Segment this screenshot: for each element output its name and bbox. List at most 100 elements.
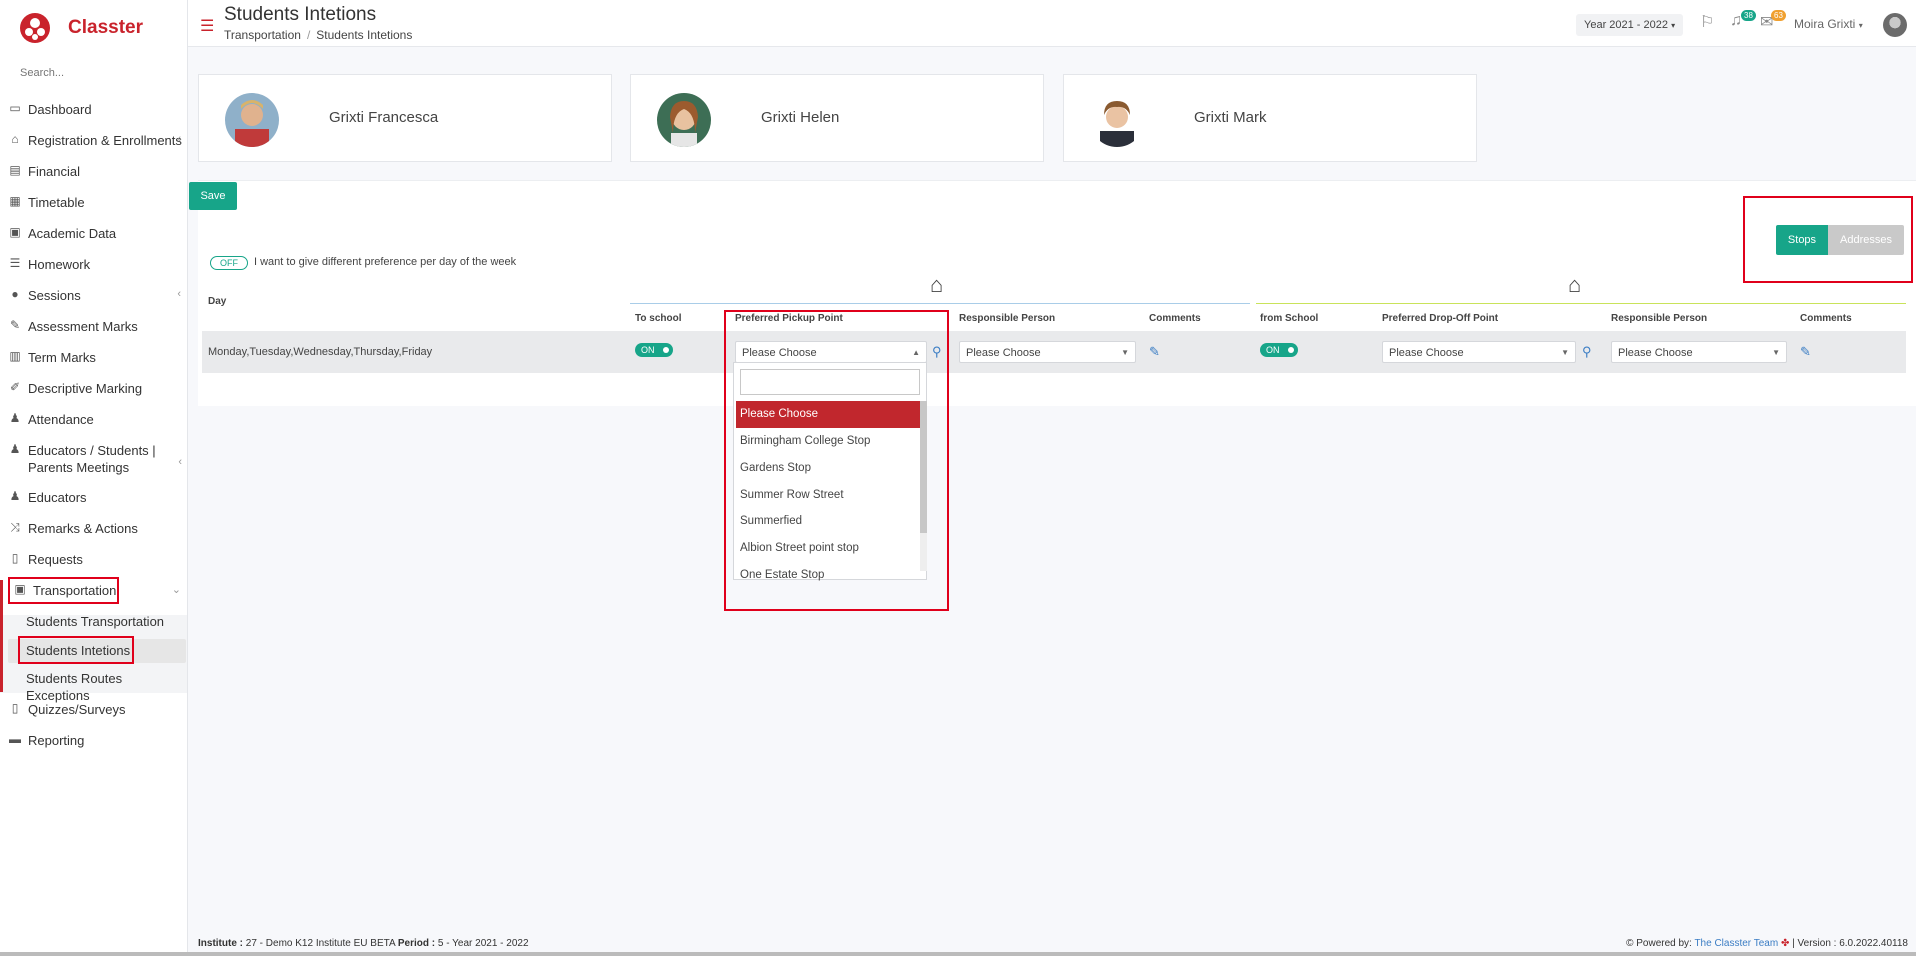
student-name: Grixti Mark [1194,109,1267,126]
page-title: Students Intetions [224,4,377,25]
student-card-francesca[interactable]: Grixti Francesca [198,74,612,162]
notification-badge: 38 [1741,10,1756,21]
sidebar-item-sessions[interactable]: ● Sessions ‹ [0,287,187,304]
footer-credits: © Powered by: The Classter Team ✤ | Vers… [1626,938,1908,949]
sidebar-sub-students-transportation[interactable]: Students Transportation [26,613,164,630]
col-header-responsible-1: Responsible Person [959,313,1056,324]
copyright-icon: © [1626,938,1634,949]
flag-icon[interactable]: ⚐ [1700,12,1714,32]
logo[interactable]: Classter [18,8,143,48]
caret-down-icon: ▾ [1858,21,1863,30]
caret-down-icon: ▼ [1772,348,1780,357]
sidebar: Classter ▭Dashboard ⌂Registration & Enro… [0,0,188,956]
sidebar-item-homework[interactable]: ☰ Homework [0,256,187,273]
to-school-divider [630,303,1250,304]
student-photo [657,93,711,147]
sidebar-item-remarks[interactable]: ⤨ Remarks & Actions [0,520,187,537]
classter-team-link[interactable]: The Classter Team [1694,938,1778,949]
bell-icon[interactable]: ♫ 38 [1730,10,1756,30]
to-school-switch[interactable]: ON [635,343,673,357]
col-header-from-school: from School [1260,313,1319,324]
edit-icon: ✎ [9,318,21,332]
hamburger-menu-icon[interactable]: ☰ [200,16,214,36]
sidebar-item-educators[interactable]: ♟ Educators [0,489,187,506]
classter-small-logo-icon: ✤ [1780,938,1790,949]
sidebar-search-input[interactable] [18,66,172,80]
breadcrumb: Transportation / Students Intetions [224,28,413,42]
chevron-left-icon: ‹ [177,133,181,145]
users-icon: ♟ [9,489,21,503]
document-icon: ▯ [11,551,19,565]
sidebar-item-requests[interactable]: ▯ Requests [0,551,187,568]
sidebar-item-quizzes[interactable]: ▯ Quizzes/Surveys [0,701,187,718]
bank-icon: ⌂ [11,132,19,146]
top-header: ☰ Students Intetions Transportation / Stud… [188,0,1916,47]
student-card-helen[interactable]: Grixti Helen [630,74,1044,162]
printer-icon: ▬ [9,732,21,746]
col-header-day: Day [208,296,227,307]
comment-edit-icon[interactable]: ✎ [1149,344,1160,360]
sidebar-item-financial[interactable]: ▤ Financial [0,163,187,180]
col-header-responsible-2: Responsible Person [1611,313,1708,324]
sidebar-item-descriptive-marking[interactable]: ✐ Descriptive Marking [0,380,187,397]
col-header-to-school: To school [635,313,682,324]
chevron-down-icon: ⌄ [171,584,181,596]
sidebar-item-term-marks[interactable]: ▥ Term Marks [0,349,187,366]
sidebar-item-academic-data[interactable]: ▣ Academic Data [0,225,187,242]
money-icon: ▤ [9,163,21,177]
student-photo [1090,93,1144,147]
book-icon: ▥ [9,349,21,363]
list-icon: ☰ [9,256,21,270]
house-person-icon: ⌂ [930,272,944,297]
sidebar-item-dashboard[interactable]: ▭ Dashboard [0,101,187,118]
meeting-icon: ♟ [9,442,21,456]
sidebar-item-reporting[interactable]: ▬ Reporting [0,732,187,749]
responsible-person-select-1[interactable]: Please Choose ▼ [959,341,1136,363]
comment-edit-icon[interactable]: ✎ [1800,344,1811,360]
id-card-icon: ▣ [9,225,21,239]
transportation-highlight [8,577,119,604]
per-day-preference-toggle[interactable]: OFF [210,256,248,270]
caret-down-icon: ▼ [1121,348,1129,357]
student-card-mark[interactable]: Grixti Mark [1063,74,1477,162]
students-intetions-highlight [18,636,134,664]
sidebar-item-assessment-marks[interactable]: ✎ Assessment Marks [0,318,187,335]
calendar-icon: ▦ [9,194,21,208]
row-days: Monday,Tuesday,Wednesday,Thursday,Friday [208,346,433,358]
save-button[interactable]: Save [189,182,237,210]
student-name: Grixti Francesca [329,109,439,126]
year-select[interactable]: Year 2021 - 2022 ▾ [1576,14,1684,36]
bottom-border [0,952,1916,956]
breadcrumb-item-current: Students Intetions [316,28,413,42]
dropoff-point-select[interactable]: Please Choose ▼ [1382,341,1576,363]
pencil-icon: ✐ [9,380,21,394]
student-name: Grixti Helen [761,109,840,126]
sidebar-item-registration[interactable]: ⌂ Registration & Enrollments ‹ [0,132,187,149]
from-school-divider [1256,303,1906,304]
responsible-person-select-2[interactable]: Please Choose ▼ [1611,341,1787,363]
col-header-dropoff: Preferred Drop-Off Point [1382,313,1499,324]
sidebar-item-timetable[interactable]: ▦ Timetable [0,194,187,211]
from-school-switch[interactable]: ON [1260,343,1298,357]
student-photo [225,93,279,147]
shuffle-icon: ⤨ [10,520,20,534]
group-icon: ● [11,287,19,301]
col-header-comments-2: Comments [1800,313,1852,324]
user-menu[interactable]: Moira Grixti ▾ [1794,17,1863,31]
chevron-down-icon: ▾ [1671,21,1676,30]
avatar[interactable] [1883,13,1907,37]
pickup-dropdown-highlight [724,310,949,611]
map-marker-icon[interactable]: ⚲ [1582,344,1592,360]
quiz-icon: ▯ [11,701,19,715]
sidebar-sub-students-routes-exceptions[interactable]: Students Routes Exceptions [26,670,187,704]
envelope-icon[interactable]: ✉ 63 [1760,10,1786,32]
chevron-left-icon: ‹ [178,456,182,468]
sidebar-item-attendance[interactable]: ♟ Attendance [0,411,187,428]
user-check-icon: ♟ [9,411,21,425]
laptop-icon: ▭ [9,101,21,115]
sidebar-item-meetings[interactable]: ♟ Educators / Students | Parents Meetings… [0,442,182,476]
classter-logo-icon [20,13,50,43]
caret-down-icon: ▼ [1561,348,1569,357]
breadcrumb-item-transportation[interactable]: Transportation [224,28,301,42]
per-day-preference-label: I want to give different preference per … [254,256,517,268]
